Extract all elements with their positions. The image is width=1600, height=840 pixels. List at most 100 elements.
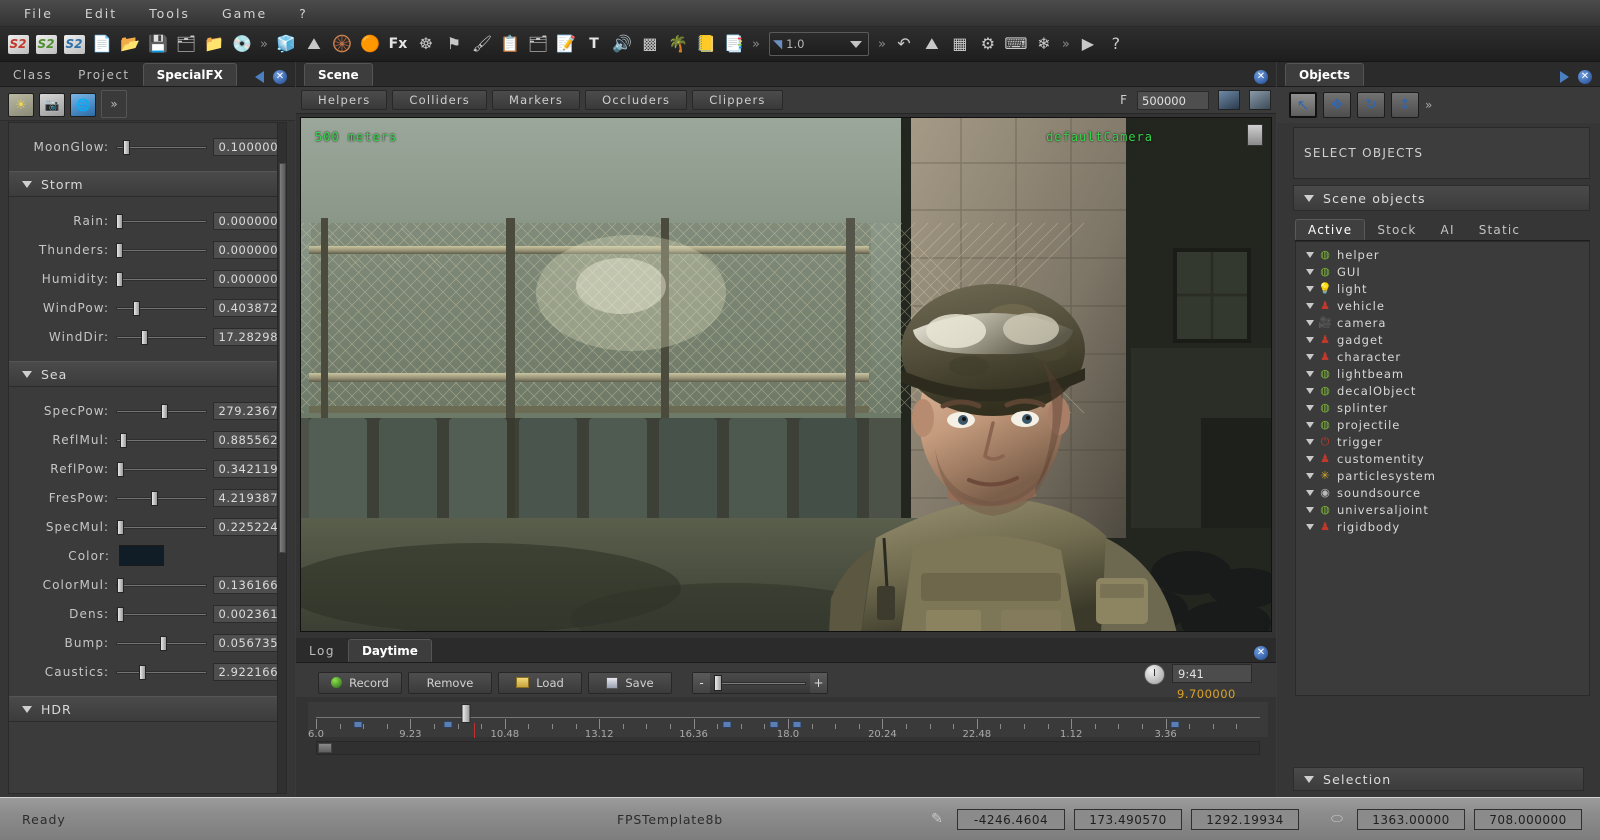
menu-item-tools[interactable]: Tools bbox=[133, 2, 206, 25]
property-slider[interactable] bbox=[116, 606, 208, 622]
chevron-down-icon[interactable] bbox=[1304, 194, 1314, 202]
timeline-hscroll-thumb[interactable] bbox=[318, 743, 332, 753]
zoom-in-button[interactable]: + bbox=[810, 672, 827, 693]
property-value[interactable]: 0.000000 bbox=[213, 211, 279, 230]
chevron-down-icon[interactable] bbox=[1306, 353, 1314, 360]
chevron-down-icon[interactable] bbox=[22, 705, 32, 713]
slider-knob[interactable] bbox=[138, 664, 146, 680]
save-icon[interactable]: 💾 bbox=[145, 31, 171, 57]
vegetation-icon[interactable]: 🌴 bbox=[665, 31, 691, 57]
load-button[interactable]: Load bbox=[498, 671, 582, 694]
tree-item[interactable]: ♟ character bbox=[1302, 348, 1589, 365]
text-tool-icon[interactable]: T bbox=[581, 31, 607, 57]
group-header-storm[interactable]: Storm bbox=[9, 171, 279, 197]
property-value[interactable]: 2.922166 bbox=[213, 662, 279, 681]
overflow4-icon[interactable]: » bbox=[1059, 37, 1073, 52]
save-button[interactable]: Save bbox=[588, 671, 672, 694]
group-header-hdr[interactable]: HDR bbox=[9, 696, 279, 722]
view-button-clippers[interactable]: Clippers bbox=[692, 90, 783, 110]
zoom-slider[interactable] bbox=[710, 673, 810, 693]
more-icon[interactable]: » bbox=[1425, 98, 1432, 112]
overflow-icon[interactable]: » bbox=[257, 37, 271, 52]
tab-scene[interactable]: Scene bbox=[304, 63, 373, 86]
scene-objects-header[interactable]: Scene objects bbox=[1293, 185, 1590, 211]
steering-wheel-icon[interactable]: ☸ bbox=[413, 31, 439, 57]
fx-icon[interactable]: Fx bbox=[385, 31, 411, 57]
tab-log[interactable]: Log bbox=[296, 640, 348, 662]
viewport-preview-icon-1[interactable] bbox=[1218, 90, 1240, 110]
zoom-out-button[interactable]: - bbox=[693, 672, 710, 693]
tab-static[interactable]: Static bbox=[1467, 220, 1533, 240]
terrain-icon[interactable]: ⛰ bbox=[301, 31, 327, 57]
slider-knob[interactable] bbox=[151, 490, 159, 506]
slider-knob[interactable] bbox=[117, 519, 125, 535]
property-slider[interactable] bbox=[116, 329, 208, 345]
overflow3-icon[interactable]: » bbox=[875, 37, 889, 52]
edit-note-icon[interactable]: 📝 bbox=[553, 31, 579, 57]
scrollbar-thumb[interactable] bbox=[279, 163, 286, 553]
save-scene-icon[interactable]: S2 bbox=[61, 31, 87, 57]
camera-icon[interactable]: 📷 bbox=[39, 93, 65, 117]
property-value[interactable]: 0.136166 bbox=[213, 575, 279, 594]
timeline-ruler[interactable]: 6.0 9.23 10.48 13.12 16.36 18.0 20.24 22.48 1.12… bbox=[308, 717, 1260, 740]
viewport-gizmo-icon[interactable] bbox=[1247, 124, 1263, 146]
help-icon[interactable]: ? bbox=[1103, 31, 1129, 57]
hierarchy-icon[interactable]: 🗂 bbox=[525, 31, 551, 57]
scroll-left-icon[interactable] bbox=[255, 71, 264, 83]
new-document-icon[interactable]: 📄 bbox=[89, 31, 115, 57]
chevron-down-icon[interactable] bbox=[1306, 489, 1314, 496]
scale-icon[interactable]: ↕ bbox=[1391, 92, 1419, 118]
tree-item[interactable]: ♟ vehicle bbox=[1302, 297, 1589, 314]
tree-item[interactable]: ◍ GUI bbox=[1302, 263, 1589, 280]
tree-item[interactable]: ⏻ trigger bbox=[1302, 433, 1589, 450]
chevron-down-icon[interactable] bbox=[1306, 421, 1314, 428]
move-icon[interactable]: ✥ bbox=[1323, 92, 1351, 118]
timeline-cursor[interactable] bbox=[461, 704, 471, 723]
chevron-down-icon[interactable] bbox=[1306, 506, 1314, 513]
open-folder-icon[interactable]: 📂 bbox=[117, 31, 143, 57]
grid-icon[interactable]: ▦ bbox=[947, 31, 973, 57]
close-icon[interactable]: ✕ bbox=[1578, 70, 1592, 84]
chevron-down-icon[interactable] bbox=[1306, 285, 1314, 292]
property-slider[interactable] bbox=[116, 577, 208, 593]
property-value[interactable]: 0.403872 bbox=[213, 298, 279, 317]
chevron-down-icon[interactable] bbox=[1306, 370, 1314, 377]
property-slider[interactable] bbox=[116, 139, 208, 155]
color-swatch[interactable] bbox=[119, 545, 164, 566]
timeline-keyframe[interactable] bbox=[353, 721, 363, 728]
tree-item[interactable]: ◍ lightbeam bbox=[1302, 365, 1589, 382]
chevron-down-icon[interactable] bbox=[1306, 523, 1314, 530]
slider-knob[interactable] bbox=[116, 271, 124, 287]
sound-icon[interactable]: 🔊 bbox=[609, 31, 635, 57]
property-slider[interactable] bbox=[116, 664, 208, 680]
export-icon[interactable]: 📁 bbox=[201, 31, 227, 57]
tree-item[interactable]: ◍ helper bbox=[1302, 246, 1589, 263]
menu-item-game[interactable]: Game bbox=[206, 2, 283, 25]
timeline-keyframe[interactable] bbox=[792, 721, 802, 728]
sky-icon[interactable]: ☀ bbox=[8, 93, 34, 117]
property-slider[interactable] bbox=[116, 519, 208, 535]
view-button-helpers[interactable]: Helpers bbox=[301, 90, 388, 110]
tree-item[interactable]: ✳ particlesystem bbox=[1302, 467, 1589, 484]
menu-item-help[interactable]: ? bbox=[283, 2, 324, 25]
slider-knob[interactable] bbox=[159, 635, 167, 651]
mesh-cube-icon[interactable]: 🧊 bbox=[273, 31, 299, 57]
property-slider[interactable] bbox=[116, 300, 208, 316]
property-value[interactable]: 0.002361 bbox=[213, 604, 279, 623]
new-terrain-icon[interactable]: ⛰ bbox=[919, 31, 945, 57]
view-button-markers[interactable]: Markers bbox=[491, 90, 581, 110]
daytime-time-input[interactable]: 9:41 bbox=[1172, 664, 1252, 683]
tree-item[interactable]: ♟ rigidbody bbox=[1302, 518, 1589, 535]
property-slider[interactable] bbox=[116, 242, 208, 258]
tab-project[interactable]: Project bbox=[65, 64, 143, 86]
chevron-down-icon[interactable] bbox=[1306, 404, 1314, 411]
wheel-icon[interactable]: 🛞 bbox=[329, 31, 355, 57]
tree-item[interactable]: ◍ projectile bbox=[1302, 416, 1589, 433]
group-header-sea[interactable]: Sea bbox=[9, 361, 279, 387]
tree-item[interactable]: ◉ soundsource bbox=[1302, 484, 1589, 501]
tree-item[interactable]: ◍ decalObject bbox=[1302, 382, 1589, 399]
frame-input[interactable]: 500000 bbox=[1137, 90, 1209, 110]
chevron-down-icon[interactable] bbox=[1306, 251, 1314, 258]
chevron-down-icon[interactable] bbox=[1306, 336, 1314, 343]
chevron-down-icon[interactable] bbox=[22, 370, 32, 378]
